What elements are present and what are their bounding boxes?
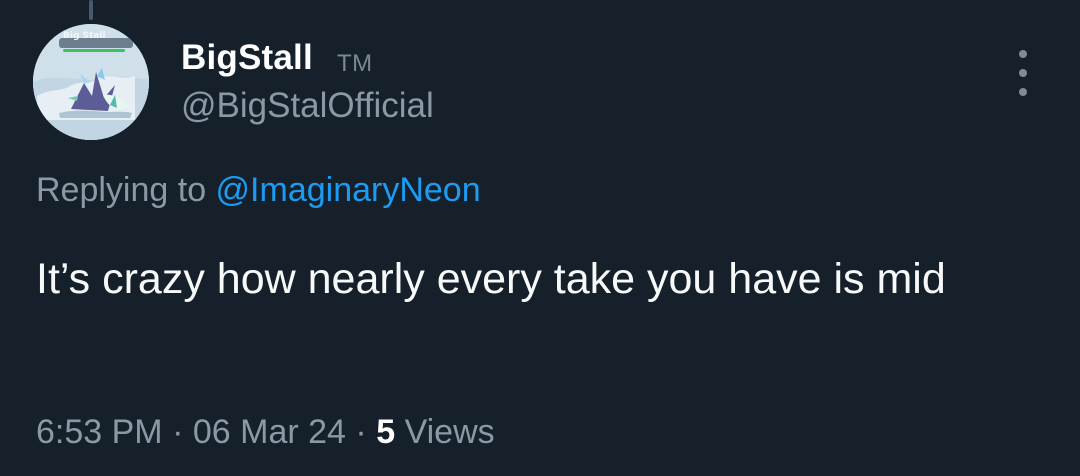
reply-context: Replying to @ImaginaryNeon bbox=[36, 171, 481, 210]
reply-mention-link[interactable]: @ImaginaryNeon bbox=[216, 171, 481, 209]
tweet-meta: 6:53 PM · 06 Mar 24 · 5 Views bbox=[36, 413, 495, 452]
author-handle[interactable]: @BigStalOfficial bbox=[181, 86, 434, 126]
meta-separator: · bbox=[355, 413, 367, 451]
avatar-caption: Big Stall bbox=[63, 31, 106, 41]
more-vertical-icon bbox=[1019, 50, 1027, 58]
avatar-image bbox=[33, 24, 149, 140]
tweet-text: It’s crazy how nearly every take you hav… bbox=[36, 255, 946, 303]
display-name[interactable]: BigStall bbox=[181, 38, 313, 78]
more-options-button[interactable] bbox=[1005, 50, 1041, 96]
trademark-badge: TM bbox=[337, 50, 373, 77]
reply-prefix: Replying to bbox=[36, 171, 216, 209]
views-label[interactable]: Views bbox=[405, 413, 495, 451]
tweet-date[interactable]: 06 Mar 24 bbox=[193, 413, 346, 451]
more-vertical-icon bbox=[1019, 69, 1027, 77]
avatar[interactable]: Big Stall bbox=[33, 24, 149, 140]
more-vertical-icon bbox=[1019, 88, 1027, 96]
tweet-time[interactable]: 6:53 PM bbox=[36, 413, 163, 451]
views-count[interactable]: 5 bbox=[376, 413, 395, 451]
meta-separator: · bbox=[172, 413, 184, 451]
thread-line bbox=[89, 0, 93, 20]
